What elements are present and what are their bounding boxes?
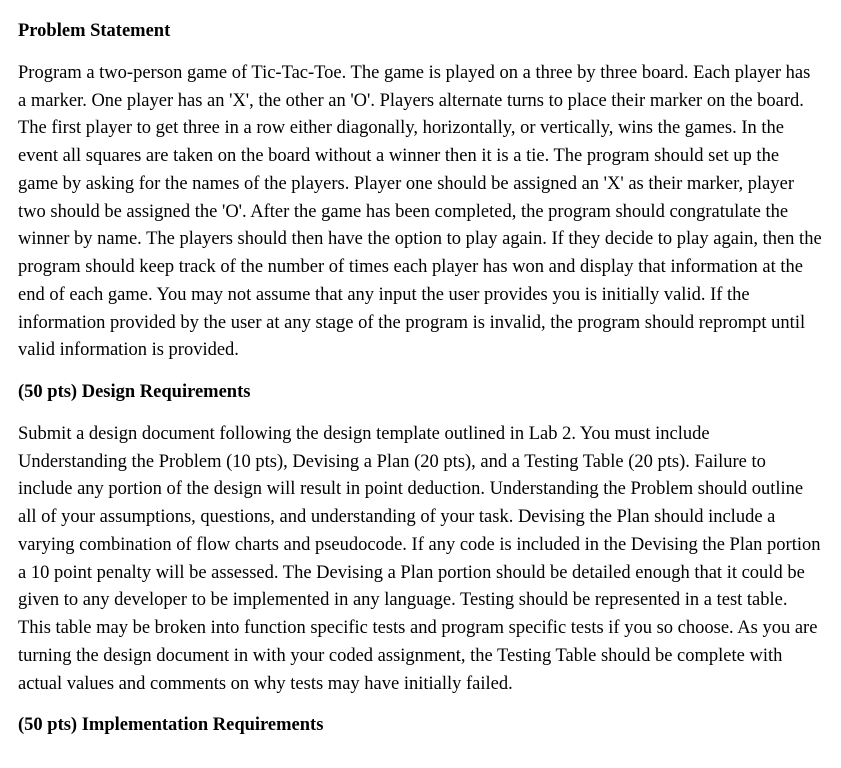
section-body-design-requirements: Submit a design document following the d…: [18, 421, 823, 699]
section-heading-problem-statement: Problem Statement: [18, 18, 823, 46]
document-container: Problem Statement Program a two-person g…: [18, 18, 823, 740]
section-heading-implementation-requirements: (50 pts) Implementation Requirements: [18, 712, 823, 740]
section-body-problem-statement: Program a two-person game of Tic-Tac-Toe…: [18, 60, 823, 365]
section-heading-design-requirements: (50 pts) Design Requirements: [18, 379, 823, 407]
